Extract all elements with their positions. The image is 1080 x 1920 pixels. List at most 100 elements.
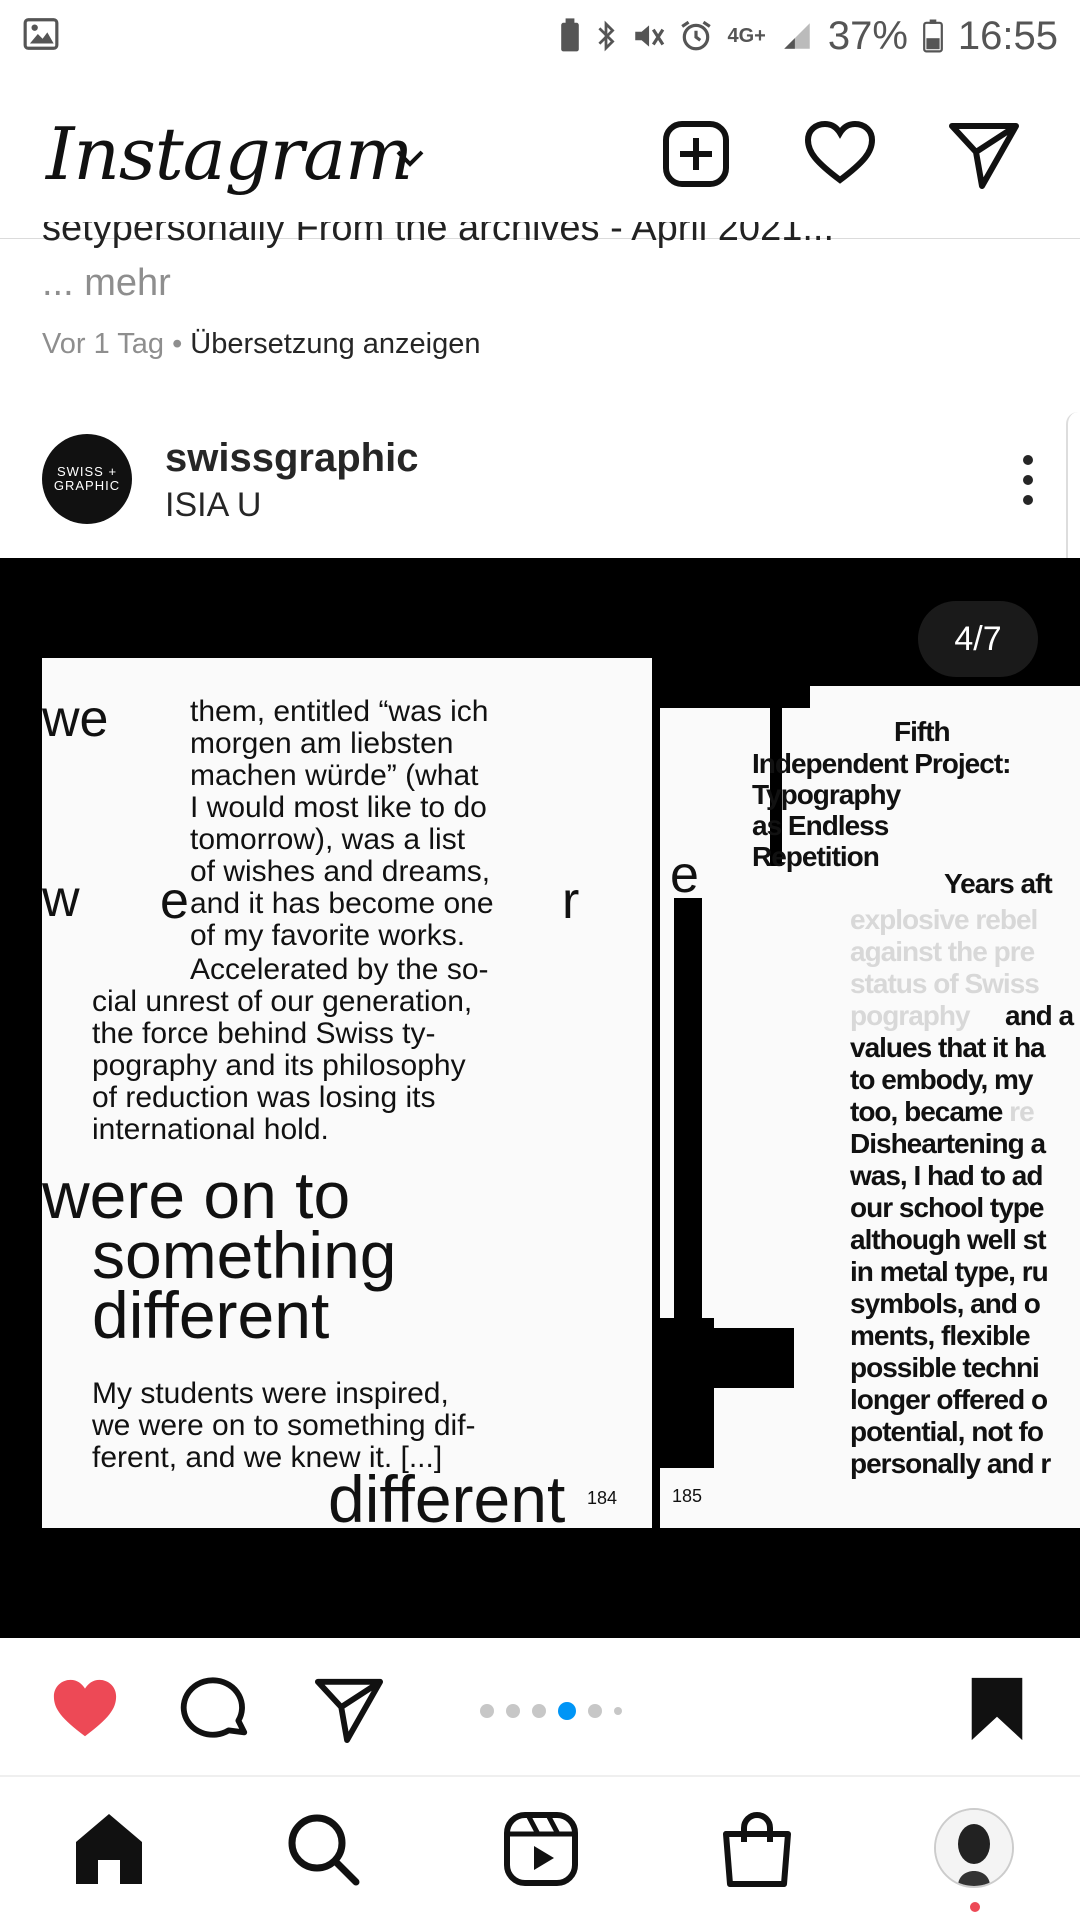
text-line: was, I had to ad [850, 1160, 1043, 1191]
graphic-block [660, 668, 810, 708]
text-line: in metal type, ru [850, 1256, 1049, 1287]
text-line: against the pre [850, 936, 1035, 967]
liked-heart-icon[interactable] [48, 1674, 122, 1744]
carousel-dot [506, 1704, 520, 1718]
carousel-dot [480, 1704, 494, 1718]
bluetooth-icon [598, 20, 616, 52]
page-number-left: 184 [587, 1488, 618, 1508]
page-number-right: 185 [672, 1486, 703, 1506]
margin-letter-w: w [42, 870, 80, 928]
shop-icon[interactable] [718, 1810, 796, 1888]
text-line: of my favorite works. [190, 919, 466, 952]
carousel-dot [558, 1702, 576, 1720]
carousel-dot [614, 1707, 622, 1715]
app-header: Instagram [0, 82, 1080, 232]
text-line: machen würde” (what [190, 759, 479, 792]
footer-word: different [328, 1462, 566, 1528]
text-line: symbols, and o [850, 1288, 1041, 1319]
text-line: to embody, my [850, 1064, 1034, 1095]
pull-quote-line-2: something [92, 1218, 397, 1292]
gallery-notification-icon [22, 15, 60, 58]
right-page-heading: Fifth [894, 716, 951, 747]
location[interactable]: ISIA U [165, 486, 261, 525]
username[interactable]: swissgraphic [165, 436, 418, 481]
text-line: of wishes and dreams, [190, 855, 491, 888]
reels-icon[interactable] [502, 1810, 580, 1888]
text-line: My students were inspired, [92, 1377, 449, 1410]
paragraph-2: Accelerated by the so- cial unrest of ou… [92, 954, 489, 1146]
avatar[interactable]: SWISS + GRAPHIC [42, 434, 132, 524]
instagram-logo[interactable]: Instagram [46, 112, 413, 196]
text-line: Accelerated by the so- [190, 953, 489, 986]
heading-line: Typography [752, 779, 901, 810]
margin-letter: e [670, 846, 699, 904]
text-line: our school type [850, 1192, 1044, 1223]
margin-letter-r: r [562, 872, 580, 930]
text-line: cial unrest of our generation, [92, 985, 473, 1018]
text-line: and it has become one [190, 887, 494, 920]
comment-icon[interactable] [180, 1674, 254, 1744]
more-link[interactable]: ... mehr [42, 262, 171, 305]
book-page-left: we w e r them, entitled “was ich morgen … [42, 658, 652, 1528]
text-line: possible techni [850, 1352, 1040, 1383]
search-icon[interactable] [284, 1810, 362, 1888]
home-icon[interactable] [70, 1810, 148, 1888]
post-media[interactable]: we w e r them, entitled “was ich morgen … [0, 558, 1080, 1638]
new-post-icon[interactable] [660, 118, 732, 190]
right-body-text: and a values that it ha to embody, my to… [850, 1000, 1074, 1480]
text-line: pography and its philosophy [92, 1049, 466, 1082]
avatar-text-2: GRAPHIC [53, 478, 121, 493]
clock: 16:55 [957, 13, 1058, 58]
battery-icon [922, 19, 943, 53]
previous-caption-cut: setypersonally From the archives - April… [42, 222, 835, 248]
text-line: values that it ha [850, 1032, 1046, 1063]
carousel-counter: 4/7 [918, 601, 1038, 677]
notification-dot [970, 1902, 980, 1912]
more-options-icon[interactable] [1016, 450, 1040, 510]
profile-avatar[interactable] [934, 1808, 1014, 1888]
translate-link[interactable]: Übersetzung anzeigen [190, 328, 480, 360]
text-line: although well st [850, 1224, 1047, 1255]
margin-letter-e: e [160, 872, 189, 930]
text-line: I would most like to do [190, 791, 487, 824]
signal-icon [784, 23, 810, 49]
text-line: them, entitled “was ich [190, 695, 489, 728]
paragraph-1: them, entitled “was ich morgen am liebst… [190, 696, 494, 952]
text-line: potential, not fo [850, 1416, 1044, 1447]
text-line: of reduction was losing its [92, 1081, 436, 1114]
direct-message-icon[interactable] [948, 118, 1020, 190]
text-line: tomorrow), was a list [190, 823, 466, 856]
text-line: and a [1005, 1000, 1074, 1031]
carousel-dots [480, 1702, 622, 1720]
text-line: the force behind Swiss ty- [92, 1017, 436, 1050]
battery-percent: 37% [827, 13, 908, 58]
right-page-heading-lines: Independent Project: Typography as Endle… [752, 748, 1011, 872]
margin-word-top: we [42, 690, 109, 748]
text-line: we were on to something dif- [92, 1409, 476, 1442]
activity-heart-icon[interactable] [804, 118, 876, 190]
text-line: Disheartening a [850, 1128, 1046, 1159]
heading-line: Independent Project: [752, 748, 1011, 779]
nav-divider [0, 1775, 1080, 1777]
text-line: ments, flexible [850, 1320, 1031, 1351]
share-icon[interactable] [312, 1674, 386, 1744]
heading-line: Fifth [894, 716, 951, 747]
book-page-right: e Fifth Independent Project: Typography … [660, 668, 1080, 1528]
carousel-dot [588, 1704, 602, 1718]
text-line: status of Swiss [850, 968, 1040, 999]
post-actions [0, 1640, 1080, 1770]
chevron-down-icon[interactable] [392, 144, 428, 172]
mute-icon [635, 25, 665, 47]
saved-bookmark-icon[interactable] [960, 1674, 1034, 1744]
battery-saver-icon [561, 18, 580, 52]
paragraph-3: My students were inspired, we were on to… [92, 1378, 476, 1474]
text-line: personally and r [850, 1448, 1051, 1479]
heading-line: as Endless [752, 810, 889, 841]
right-subheading: Years aft [944, 868, 1053, 899]
text-line: explosive rebel [850, 904, 1038, 935]
graphic-block [674, 898, 702, 1318]
post-meta: Vor 1 Tag • Übersetzung anzeigen [42, 328, 481, 361]
avatar-text-1: SWISS + [56, 464, 118, 479]
text-line: international hold. [92, 1113, 329, 1146]
pull-quote-line-3: different [92, 1278, 330, 1352]
